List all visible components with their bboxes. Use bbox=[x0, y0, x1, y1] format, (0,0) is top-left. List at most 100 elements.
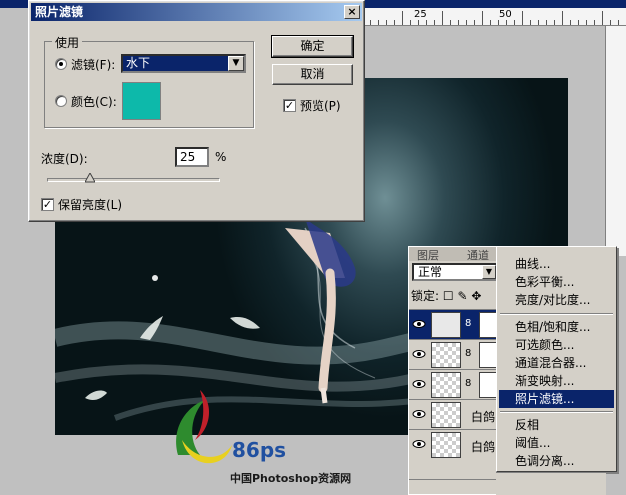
tab-layers[interactable]: 图层 bbox=[417, 247, 439, 263]
layer-thumb bbox=[431, 402, 461, 428]
ruler-tick bbox=[570, 20, 571, 25]
ruler-tick bbox=[546, 20, 547, 25]
chain-link-icon: 8 bbox=[465, 378, 472, 389]
menu-separator bbox=[500, 313, 613, 315]
layer-thumb bbox=[431, 342, 461, 368]
layer-row[interactable]: 8 bbox=[409, 369, 504, 399]
menu-separator bbox=[500, 411, 613, 413]
ruler-tick bbox=[482, 11, 483, 25]
logo-text: 86ps bbox=[232, 438, 286, 462]
ruler-tick bbox=[426, 20, 427, 25]
top-ruler: 25 50 bbox=[362, 8, 626, 26]
menu-item-threshold[interactable]: 阈值... bbox=[499, 434, 614, 452]
eye-icon[interactable] bbox=[412, 317, 426, 331]
blend-mode-value: 正常 bbox=[418, 265, 443, 279]
layer-thumb bbox=[431, 372, 461, 398]
density-unit: % bbox=[215, 150, 227, 164]
ruler-tick bbox=[562, 11, 563, 25]
ok-button[interactable]: 确定 bbox=[271, 35, 354, 58]
menu-item-curves[interactable]: 曲线... bbox=[499, 255, 614, 273]
layers-tabs: 图层 通道 bbox=[409, 247, 504, 263]
photo-filter-dialog[interactable]: 照片滤镜 × 使用 滤镜(F): 水下 ▼ 颜色(C): 确定 取消 ✓ 预览(… bbox=[28, 0, 365, 222]
tab-channels[interactable]: 通道 bbox=[467, 247, 489, 263]
filter-dropdown[interactable]: 水下 ▼ bbox=[121, 54, 246, 73]
eye-icon[interactable] bbox=[412, 347, 426, 361]
menu-item-brightness-contrast[interactable]: 亮度/对比度... bbox=[499, 291, 614, 309]
eye-icon[interactable] bbox=[412, 437, 426, 451]
menu-item-selective-color[interactable]: 可选颜色... bbox=[499, 336, 614, 354]
menu-item-photo-filter[interactable]: 照片滤镜... bbox=[499, 390, 614, 408]
preserve-luminosity-checkbox[interactable]: ✓ bbox=[41, 198, 54, 211]
menu-item-invert[interactable]: 反相 bbox=[499, 416, 614, 434]
chevron-down-icon[interactable]: ▼ bbox=[228, 56, 244, 71]
lock-move-icon[interactable]: ✥ bbox=[471, 289, 481, 303]
ruler-tick bbox=[410, 20, 411, 25]
lock-label: 锁定: bbox=[411, 289, 440, 303]
ruler-tick bbox=[506, 20, 507, 25]
ruler-tick bbox=[450, 20, 451, 25]
preserve-luminosity-label: 保留亮度(L) bbox=[58, 198, 123, 212]
ruler-label-25: 25 bbox=[414, 9, 427, 20]
preview-checkbox[interactable]: ✓ bbox=[283, 99, 296, 112]
ruler-tick bbox=[594, 20, 595, 25]
filter-radio-label: 滤镜(F): bbox=[71, 58, 116, 72]
ruler-tick bbox=[554, 20, 555, 25]
ruler-tick bbox=[578, 20, 579, 25]
dialog-titlebar[interactable]: 照片滤镜 × bbox=[31, 3, 362, 21]
ruler-tick bbox=[418, 20, 419, 25]
cancel-button[interactable]: 取消 bbox=[272, 64, 353, 85]
menu-item-hue-saturation[interactable]: 色相/饱和度... bbox=[499, 318, 614, 336]
menu-item-color-balance[interactable]: 色彩平衡... bbox=[499, 273, 614, 291]
menu-item-posterize[interactable]: 色调分离... bbox=[499, 452, 614, 470]
density-label: 浓度(D): bbox=[41, 152, 88, 166]
layers-panel[interactable]: 图层 通道 正常 ▼ 锁定: ☐ ✎ ✥ 8 8 8 白鸽 白鸽 bbox=[408, 246, 505, 495]
layer-row[interactable]: 白鸽 bbox=[409, 429, 504, 459]
watermark-caption: 中国Photoshop资源网 bbox=[230, 472, 352, 485]
ruler-tick bbox=[442, 11, 443, 25]
density-input[interactable]: 25 bbox=[175, 147, 209, 167]
ruler-tick bbox=[586, 20, 587, 25]
eye-icon[interactable] bbox=[412, 377, 426, 391]
adjustment-layer-thumb bbox=[431, 312, 461, 338]
ruler-tick bbox=[458, 20, 459, 25]
ruler-tick bbox=[474, 20, 475, 25]
layer-row[interactable]: 8 bbox=[409, 339, 504, 369]
density-slider-thumb[interactable] bbox=[85, 173, 96, 183]
ruler-tick bbox=[522, 11, 523, 25]
lock-transparent-icon[interactable]: ☐ bbox=[443, 289, 454, 303]
ruler-tick bbox=[538, 20, 539, 25]
density-value: 25 bbox=[180, 150, 196, 164]
ruler-tick bbox=[498, 20, 499, 25]
filter-dropdown-value: 水下 bbox=[126, 56, 151, 70]
ruler-tick bbox=[618, 20, 619, 25]
close-button[interactable]: × bbox=[344, 5, 360, 19]
color-radio[interactable] bbox=[55, 95, 67, 107]
ruler-tick bbox=[530, 20, 531, 25]
logo-mark-icon: 86ps bbox=[176, 390, 286, 464]
ruler-tick bbox=[514, 20, 515, 25]
layer-row[interactable]: 白鸽 bbox=[409, 399, 504, 429]
menu-item-gradient-map[interactable]: 渐变映射... bbox=[499, 372, 614, 390]
ruler-tick bbox=[402, 11, 403, 25]
ruler-tick bbox=[434, 20, 435, 25]
panel-bottom-strip bbox=[496, 472, 606, 495]
layer-row[interactable]: 8 bbox=[409, 309, 504, 339]
preview-label: 预览(P) bbox=[300, 99, 341, 113]
density-slider-track[interactable] bbox=[47, 178, 220, 182]
ruler-tick bbox=[490, 20, 491, 25]
ruler-label-50: 50 bbox=[499, 9, 512, 20]
eye-icon[interactable] bbox=[412, 407, 426, 421]
chevron-down-icon[interactable]: ▼ bbox=[482, 265, 496, 279]
color-swatch[interactable] bbox=[122, 82, 161, 120]
menu-item-channel-mixer[interactable]: 通道混合器... bbox=[499, 354, 614, 372]
side-ruler bbox=[605, 26, 626, 256]
ruler-tick bbox=[466, 20, 467, 25]
ruler-tick bbox=[610, 20, 611, 25]
blend-mode-dropdown[interactable]: 正常 ▼ bbox=[412, 263, 498, 281]
lock-brush-icon[interactable]: ✎ bbox=[457, 289, 467, 303]
adjustment-layer-menu[interactable]: 曲线... 色彩平衡... 亮度/对比度... 色相/饱和度... 可选颜色..… bbox=[496, 246, 617, 472]
layers-bottom-toolbar bbox=[409, 479, 504, 494]
filter-radio[interactable] bbox=[55, 58, 67, 70]
chain-link-icon: 8 bbox=[465, 318, 472, 329]
color-radio-label: 颜色(C): bbox=[71, 95, 117, 109]
